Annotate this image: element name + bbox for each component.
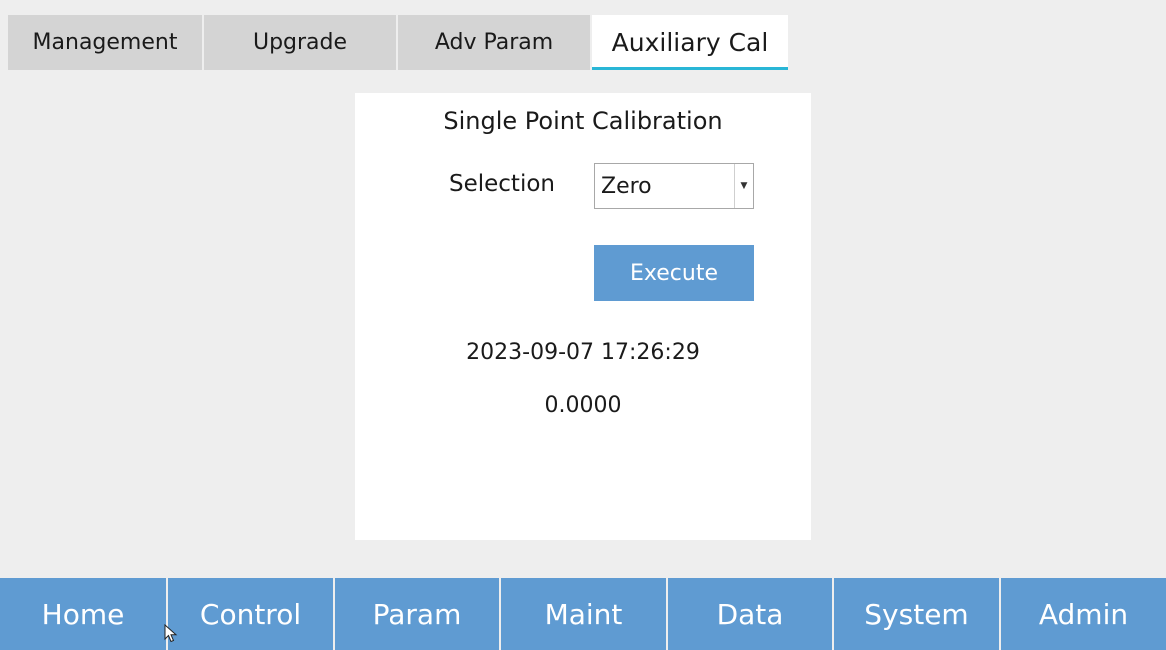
calibration-panel: Single Point Calibration Selection [355, 93, 811, 540]
nav-maint[interactable]: Maint [501, 578, 668, 650]
nav-admin[interactable]: Admin [1001, 578, 1166, 650]
nav-system[interactable]: System [834, 578, 1001, 650]
nav-control[interactable]: Control [168, 578, 335, 650]
calibration-timestamp: 2023-09-07 17:26:29 [466, 340, 700, 365]
tab-adv-param[interactable]: Adv Param [398, 15, 592, 70]
execute-button[interactable]: Execute [594, 245, 754, 301]
calibration-result: 0.0000 [544, 393, 622, 418]
tab-auxiliary-cal[interactable]: Auxiliary Cal [592, 15, 788, 70]
nav-data[interactable]: Data [668, 578, 834, 650]
mouse-pointer-icon [164, 624, 178, 643]
tab-management[interactable]: Management [8, 15, 204, 70]
top-tab-bar: Management Upgrade Adv Param Auxiliary C… [8, 15, 788, 70]
selection-label: Selection [449, 171, 555, 197]
selection-dropdown[interactable]: Zero ▼ [594, 163, 754, 209]
nav-param[interactable]: Param [335, 578, 501, 650]
selection-value: Zero [601, 173, 652, 199]
tab-upgrade[interactable]: Upgrade [204, 15, 398, 70]
nav-home[interactable]: Home [0, 578, 168, 650]
chevron-down-icon[interactable]: ▼ [734, 164, 753, 208]
panel-title: Single Point Calibration [443, 107, 723, 135]
